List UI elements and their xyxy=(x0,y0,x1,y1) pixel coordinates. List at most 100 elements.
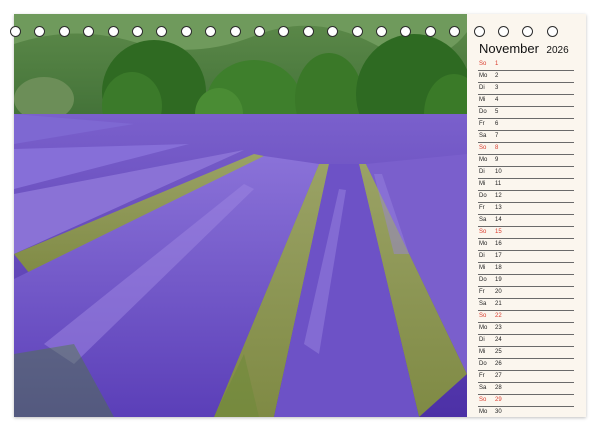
day-number: 2 xyxy=(495,73,499,79)
day-number: 6 xyxy=(495,121,499,127)
binding-ring xyxy=(254,26,265,37)
day-number: 3 xyxy=(495,85,499,91)
month-title: November xyxy=(479,41,539,56)
day-number: 27 xyxy=(495,373,502,379)
day-number: 19 xyxy=(495,277,502,283)
weekday-label: Mo xyxy=(479,409,488,415)
day-row: Mi 11 xyxy=(478,179,574,191)
weekday-label: Mi xyxy=(479,97,486,103)
day-number: 15 xyxy=(495,229,502,235)
day-row: Do 5 xyxy=(478,107,574,119)
day-row: Mi 25 xyxy=(478,347,574,359)
binding-ring xyxy=(156,26,168,37)
day-number: 5 xyxy=(495,109,499,115)
binding-ring xyxy=(546,26,558,37)
day-number: 11 xyxy=(495,181,502,187)
binding-ring xyxy=(205,26,217,37)
day-row: Di 24 xyxy=(478,335,574,347)
day-row: Mo 30 xyxy=(478,407,574,417)
binding-ring xyxy=(400,26,412,37)
weekday-label: Sa xyxy=(479,133,487,139)
day-row: Sa 7 xyxy=(478,131,574,143)
day-row: Fr 20 xyxy=(478,287,574,299)
weekday-label: Do xyxy=(479,193,487,199)
weekday-label: So xyxy=(479,145,487,151)
day-number: 1 xyxy=(495,61,499,67)
day-number: 4 xyxy=(495,97,499,103)
weekday-label: Do xyxy=(479,361,487,367)
day-row: Fr 27 xyxy=(478,371,574,383)
day-number: 12 xyxy=(495,193,502,199)
day-number: 7 xyxy=(495,133,499,139)
weekday-label: Di xyxy=(479,85,485,91)
weekday-label: Fr xyxy=(479,121,485,127)
day-number: 25 xyxy=(495,349,502,355)
day-number: 30 xyxy=(495,409,502,415)
binding-ring xyxy=(34,26,46,37)
day-number: 10 xyxy=(495,169,502,175)
binding-ring xyxy=(180,26,192,37)
day-row: Sa 21 xyxy=(478,299,574,311)
day-number: 23 xyxy=(495,325,502,331)
day-number: 21 xyxy=(495,301,502,307)
calendar-page: November 2026 So 1 Mo 2 Di 3 Mi 4 Do 5 Fr 6 Sa 7 So 8 Mo… xyxy=(14,14,586,417)
day-row: Mo 2 xyxy=(478,71,574,83)
day-row: Do 26 xyxy=(478,359,574,371)
weekday-label: Do xyxy=(479,109,487,115)
day-list: So 1 Mo 2 Di 3 Mi 4 Do 5 Fr 6 Sa 7 So 8 Mo 9 Di 10 Mi 11 Do 12 F… xyxy=(478,59,574,417)
weekday-label: Do xyxy=(479,277,487,283)
day-row: Sa 28 xyxy=(478,383,574,395)
binding-ring xyxy=(498,26,509,37)
weekday-label: Mi xyxy=(479,181,486,187)
day-number: 29 xyxy=(495,397,502,403)
weekday-label: Di xyxy=(479,253,485,259)
binding-ring xyxy=(351,26,363,37)
weekday-label: Sa xyxy=(479,385,487,391)
lavender-field-photo xyxy=(14,14,467,417)
lavender-field-illustration xyxy=(14,14,467,417)
binding-ring xyxy=(302,26,314,37)
binding-ring xyxy=(376,26,387,37)
binding-ring xyxy=(278,26,290,37)
day-row: Mo 16 xyxy=(478,239,574,251)
day-row: Mo 9 xyxy=(478,155,574,167)
binding-ring xyxy=(473,26,485,37)
day-row: Sa 14 xyxy=(478,215,574,227)
weekday-label: Mi xyxy=(479,349,486,355)
weekday-label: Mo xyxy=(479,73,488,79)
binding-ring xyxy=(132,26,143,37)
binding-ring xyxy=(10,26,21,37)
binding-ring xyxy=(327,26,339,37)
calendar-panel: November 2026 So 1 Mo 2 Di 3 Mi 4 Do 5 Fr 6 Sa 7 So 8 Mo… xyxy=(467,14,586,417)
weekday-label: Di xyxy=(479,337,485,343)
day-row: So 15 xyxy=(478,227,574,239)
wire-binding xyxy=(10,26,575,38)
weekday-label: Sa xyxy=(479,217,487,223)
weekday-label: Fr xyxy=(479,373,485,379)
day-number: 18 xyxy=(495,265,502,271)
day-number: 13 xyxy=(495,205,502,211)
day-row: Mo 23 xyxy=(478,323,574,335)
weekday-label: Fr xyxy=(479,205,485,211)
weekday-label: Mo xyxy=(479,241,488,247)
day-number: 20 xyxy=(495,289,502,295)
day-row: So 1 xyxy=(478,59,574,71)
day-row: Do 12 xyxy=(478,191,574,203)
day-row: Fr 6 xyxy=(478,119,574,131)
day-row: Di 3 xyxy=(478,83,574,95)
weekday-label: So xyxy=(479,313,487,319)
weekday-label: Mi xyxy=(479,265,486,271)
binding-ring xyxy=(83,26,95,37)
day-row: Di 17 xyxy=(478,251,574,263)
weekday-label: Fr xyxy=(479,289,485,295)
binding-ring xyxy=(449,26,461,37)
day-number: 24 xyxy=(495,337,502,343)
day-row: Mi 18 xyxy=(478,263,574,275)
month-header: November 2026 xyxy=(479,40,569,58)
day-row: So 22 xyxy=(478,311,574,323)
day-row: Mi 4 xyxy=(478,95,574,107)
weekday-label: Di xyxy=(479,169,485,175)
day-row: Di 10 xyxy=(478,167,574,179)
weekday-label: Mo xyxy=(479,157,488,163)
year-label: 2026 xyxy=(546,45,569,56)
